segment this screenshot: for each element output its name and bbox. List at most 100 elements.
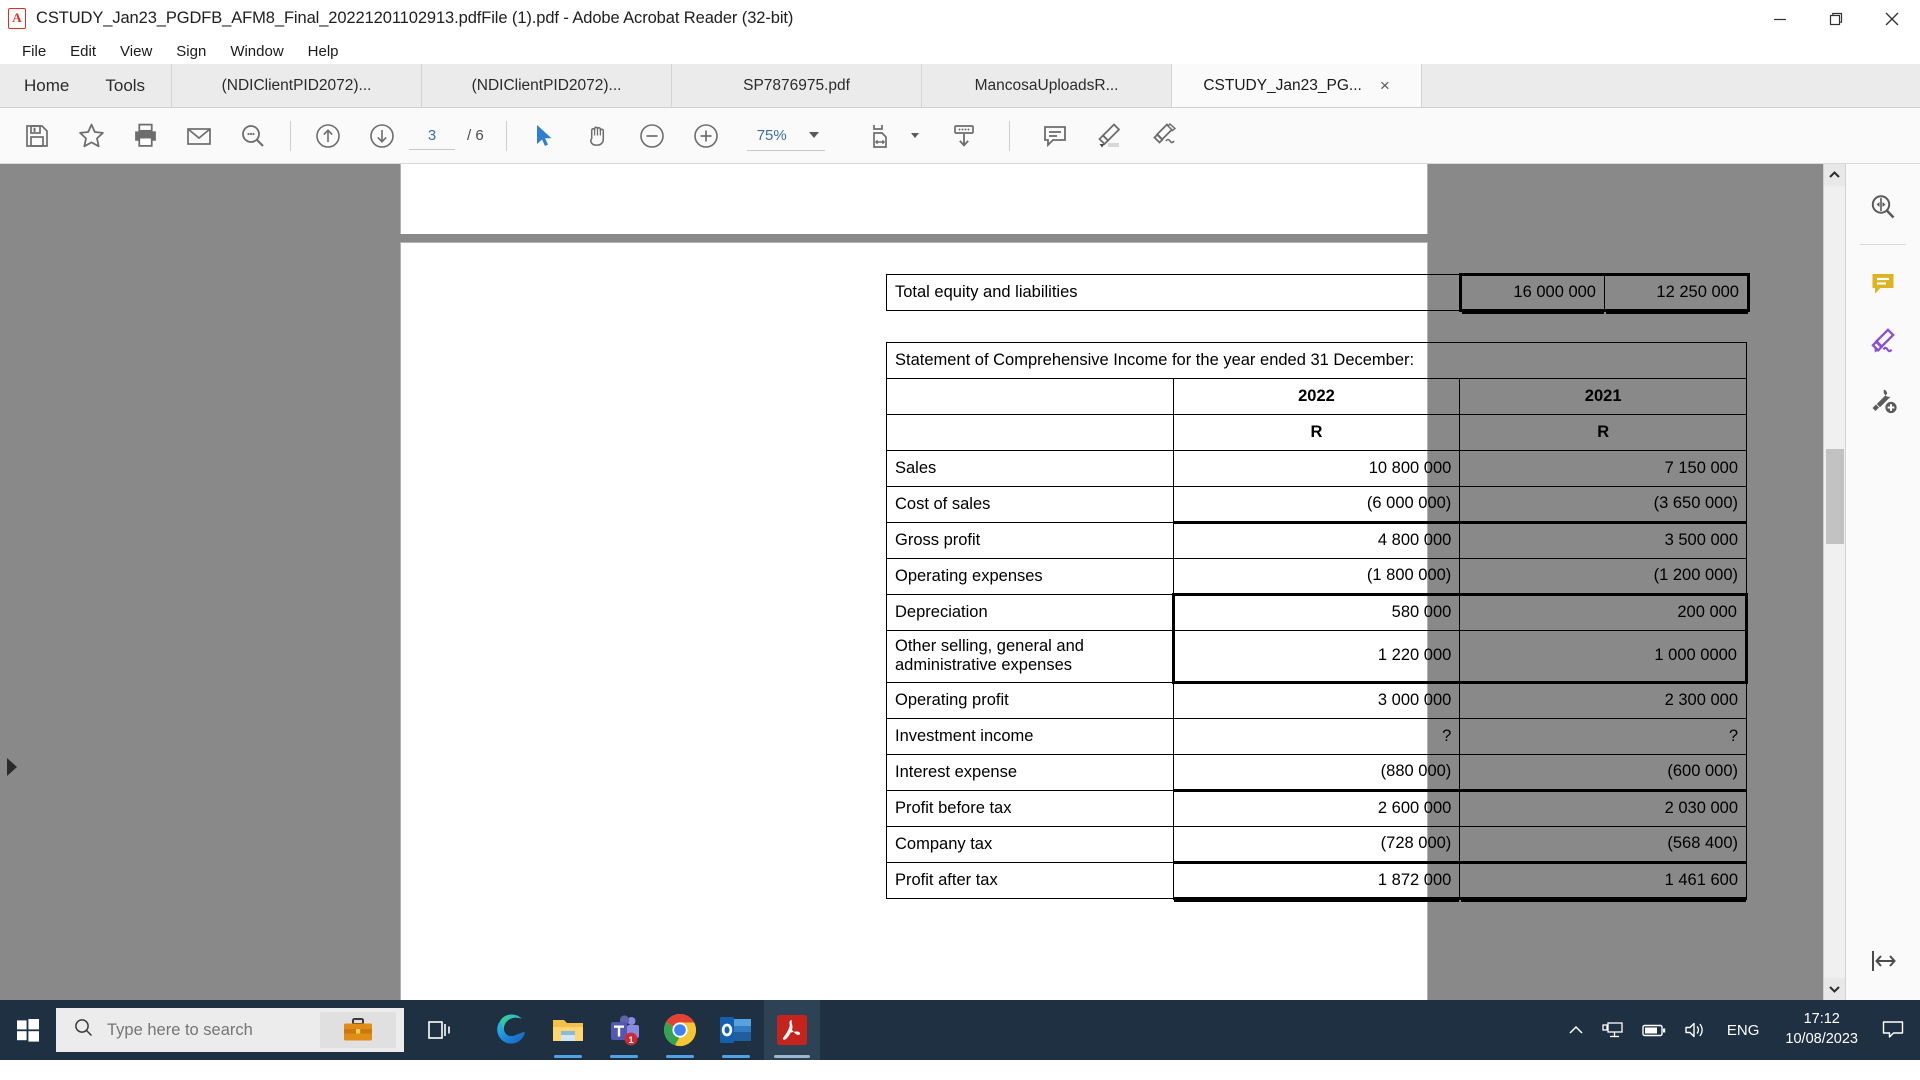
email-icon[interactable] <box>172 112 226 160</box>
hand-tool-icon[interactable] <box>571 112 625 160</box>
scroll-down-icon[interactable] <box>1824 978 1845 1000</box>
comment-icon[interactable] <box>1856 259 1910 309</box>
acrobat-icon <box>777 1015 807 1045</box>
row-value-2022: (880 000) <box>1172 754 1461 791</box>
page-number-input[interactable] <box>409 121 455 150</box>
table-row: Gross profit 4 800 000 3 500 000 <box>886 521 1747 559</box>
scroll-up-icon[interactable] <box>1824 164 1845 186</box>
menu-item-sign[interactable]: Sign <box>164 41 218 62</box>
tab-tools[interactable]: Tools <box>87 64 173 107</box>
page-display-icon[interactable] <box>937 112 991 160</box>
row-value-2022: (728 000) <box>1172 826 1461 863</box>
row-label: Cost of sales <box>886 486 1174 523</box>
document-viewport[interactable]: Total equity and liabilities 16 000 000 … <box>26 164 1823 1000</box>
windows-start-icon[interactable] <box>0 1000 56 1060</box>
main-content-area: Total equity and liabilities 16 000 000 … <box>0 164 1920 1000</box>
scrollbar-thumb[interactable] <box>1826 449 1844 544</box>
input-language-indicator[interactable]: ENG <box>1715 1022 1772 1039</box>
save-icon[interactable] <box>10 112 64 160</box>
document-tab-label: (NDIClientPID2072)... <box>221 76 372 94</box>
chevron-down-icon[interactable] <box>808 132 819 138</box>
left-navigation-rail[interactable] <box>0 164 26 1000</box>
row-label <box>886 378 1174 415</box>
task-view-icon[interactable] <box>412 1000 468 1060</box>
menu-item-file[interactable]: File <box>10 41 58 62</box>
document-tab-5-active[interactable]: CSTUDY_Jan23_PG... × <box>1172 64 1423 107</box>
document-tab-3[interactable]: SP7876975.pdf <box>672 64 923 107</box>
volume-icon[interactable] <box>1675 1000 1715 1060</box>
row-label: Other selling, general and administrativ… <box>886 630 1174 683</box>
toolbar-divider <box>290 120 291 151</box>
document-tab-label: (NDIClientPID2072)... <box>471 76 622 94</box>
zoom-level-selector[interactable]: 75% <box>746 121 825 151</box>
menu-item-window[interactable]: Window <box>218 41 295 62</box>
notification-center-icon[interactable] <box>1872 1000 1920 1060</box>
menu-item-edit[interactable]: Edit <box>58 41 108 62</box>
tab-strip: Home Tools (NDIClientPID2072)... (NDICli… <box>0 64 1920 108</box>
briefcase-icon[interactable] <box>320 1012 396 1048</box>
fill-and-sign-icon[interactable] <box>1856 317 1910 367</box>
minimize-icon[interactable] <box>1752 0 1808 38</box>
document-tab-label: SP7876975.pdf <box>743 76 850 94</box>
document-scrollbar[interactable] <box>1823 164 1845 1000</box>
document-tab-4[interactable]: MancosaUploadsR... <box>922 64 1173 107</box>
expand-navigation-pane-icon[interactable] <box>7 758 17 776</box>
close-icon[interactable] <box>1864 0 1920 38</box>
select-cursor-icon[interactable] <box>517 112 571 160</box>
search-icon[interactable] <box>226 112 280 160</box>
row-value-2022: (1 800 000) <box>1172 558 1461 595</box>
row-value-2021: (1 200 000) <box>1459 558 1747 595</box>
row-value-2021: ? <box>1459 718 1747 755</box>
clock-time: 17:12 <box>1803 1011 1840 1028</box>
taskbar-app-acrobat[interactable] <box>764 1000 820 1060</box>
restore-icon[interactable] <box>1808 0 1864 38</box>
taskbar-app-file-explorer[interactable] <box>540 1000 596 1060</box>
system-tray: ENG 17:12 10/08/2023 <box>1559 1000 1920 1060</box>
battery-icon[interactable] <box>1633 1000 1675 1060</box>
panel-divider <box>1860 244 1906 245</box>
previous-page-icon[interactable] <box>301 112 355 160</box>
row-label: Investment income <box>886 718 1174 755</box>
network-icon[interactable] <box>1593 1000 1633 1060</box>
row-label <box>886 414 1174 451</box>
zoom-out-icon[interactable] <box>625 112 679 160</box>
chevron-down-icon[interactable] <box>910 133 919 138</box>
search-compare-icon[interactable] <box>1856 182 1910 232</box>
close-tab-icon[interactable]: × <box>1380 77 1390 94</box>
highlight-text-icon[interactable] <box>1082 112 1136 160</box>
table-row: Depreciation 580 000 200 000 <box>886 593 1748 631</box>
add-comment-icon[interactable] <box>1028 112 1082 160</box>
menu-item-view[interactable]: View <box>108 41 164 62</box>
zoom-in-icon[interactable] <box>679 112 733 160</box>
add-to-favorites-icon[interactable] <box>64 112 118 160</box>
tab-home[interactable]: Home <box>0 64 88 107</box>
table-row: Operating expenses (1 800 000) (1 200 00… <box>886 558 1747 595</box>
show-hidden-icons-icon[interactable] <box>1559 1000 1593 1060</box>
search-input[interactable] <box>107 1020 307 1040</box>
document-tab-2[interactable]: (NDIClientPID2072)... <box>422 64 673 107</box>
fit-page-icon[interactable] <box>855 112 909 160</box>
taskbar-app-edge[interactable] <box>484 1000 540 1060</box>
outlook-icon <box>720 1017 751 1043</box>
table-row: Operating profit 3 000 000 2 300 000 <box>886 682 1747 719</box>
print-icon[interactable] <box>118 112 172 160</box>
row-value-2021: 7 150 000 <box>1459 450 1747 487</box>
taskbar-app-outlook[interactable] <box>708 1000 764 1060</box>
table-row-units: R R <box>886 414 1747 451</box>
taskbar-clock[interactable]: 17:12 10/08/2023 <box>1771 1010 1872 1049</box>
collapse-panel-icon[interactable] <box>1856 936 1910 986</box>
row-value-2021: (3 650 000) <box>1459 486 1747 523</box>
menu-item-help[interactable]: Help <box>296 41 351 62</box>
document-content: Total equity and liabilities 16 000 000 … <box>886 273 1750 900</box>
taskbar-app-chrome[interactable] <box>652 1000 708 1060</box>
windows-taskbar: 1 <box>0 1000 1920 1060</box>
taskbar-search-box[interactable] <box>56 1008 404 1052</box>
fill-and-sign-icon[interactable] <box>1136 112 1190 160</box>
document-tab-1[interactable]: (NDIClientPID2072)... <box>172 64 423 107</box>
row-label: Gross profit <box>886 522 1174 559</box>
taskbar-app-teams[interactable]: 1 <box>596 1000 652 1060</box>
zoom-level-value: 75% <box>756 126 787 144</box>
next-page-icon[interactable] <box>355 112 409 160</box>
more-tools-icon[interactable] <box>1856 375 1910 425</box>
collapse-panel-button[interactable] <box>1846 936 1920 986</box>
